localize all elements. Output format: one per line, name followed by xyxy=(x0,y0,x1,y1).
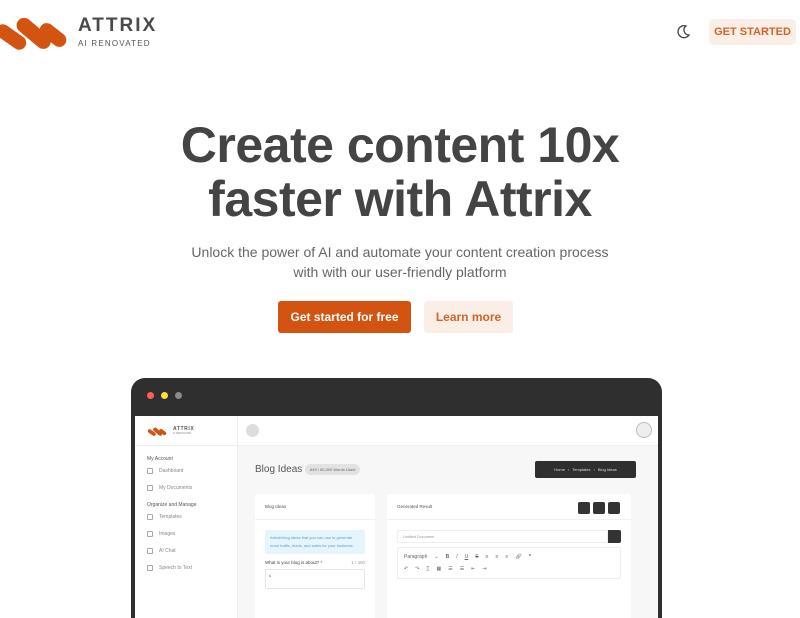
save-icon[interactable] xyxy=(608,530,621,543)
breadcrumb-current: Blog Ideas xyxy=(597,467,617,472)
align-center-icon[interactable]: ≡ xyxy=(495,551,498,563)
generated-result-card: Generated Result Untitled Document Parag… xyxy=(387,494,631,618)
hero-title-line1: Create content 10x xyxy=(180,117,620,173)
editor-toolbar: Paragraph ⌄ BIUS ≡ ≡ ≡ 🔗︎ ❞ ↶ ↷ T̲ ▦ ☰ ☰ ⇤ ⇥ xyxy=(397,547,621,579)
quote-icon[interactable]: ❞ xyxy=(529,551,532,563)
sidebar-item-label: Dashboard xyxy=(159,467,184,474)
outdent-icon[interactable]: ⇤ xyxy=(471,563,475,575)
app-preview-screen: ATTRIX AI RENOVATED My Account Dashboard… xyxy=(135,416,658,618)
table-icon[interactable]: ▦ xyxy=(436,563,441,575)
numbered-list-icon[interactable]: ☰ xyxy=(460,563,464,575)
sidebar-item-dashboard[interactable]: Dashboard xyxy=(135,462,237,479)
minimize-dot-icon xyxy=(161,392,168,399)
sidebar-item-my-documents[interactable]: My Documents xyxy=(135,479,237,496)
brand-tagline: AI RENOVATED xyxy=(78,38,151,48)
hero-title: Create content 10x faster with Attrix xyxy=(0,118,800,226)
headphones-icon xyxy=(147,564,153,571)
sidebar-item-ai-chat[interactable]: AI Chat xyxy=(135,542,237,559)
underline-icon[interactable]: U xyxy=(465,551,469,563)
top-navbar: ATTRIX AI RENOVATED GET STARTED xyxy=(0,0,800,64)
bold-icon[interactable]: B xyxy=(446,551,450,563)
indent-icon[interactable]: ⇥ xyxy=(482,563,486,575)
layers-icon xyxy=(147,513,153,520)
align-left-icon[interactable]: ≡ xyxy=(486,551,489,563)
clear-format-icon[interactable]: T̲ xyxy=(426,563,429,575)
align-right-icon[interactable]: ≡ xyxy=(505,551,508,563)
breadcrumb-templates[interactable]: Templates xyxy=(572,467,590,472)
hero-title-line2: faster with Attrix xyxy=(208,171,592,227)
blog-topic-input[interactable]: s xyxy=(265,569,365,589)
sidebar-item-label: My Documents xyxy=(159,484,193,491)
avatar[interactable] xyxy=(636,422,652,438)
hero-subtitle: Unlock the power of AI and automate your… xyxy=(191,244,609,280)
sidebar-item-label: Speech to Text xyxy=(159,564,192,571)
sidebar-item-speech-to-text[interactable]: Speech to Text xyxy=(135,559,237,576)
question-label: What is your blog is about? * xyxy=(265,560,323,565)
attrix-logo-icon xyxy=(0,17,67,50)
sidebar-item-templates[interactable]: Templates xyxy=(135,508,237,525)
learn-more-button[interactable]: Learn more xyxy=(424,301,513,333)
sidebar-item-label: Templates xyxy=(159,513,182,520)
sidebar-item-label: Images xyxy=(159,530,176,537)
export-doc-icon[interactable] xyxy=(578,502,590,514)
template-description: Article/blog ideas that you can use to g… xyxy=(265,530,365,554)
link-icon[interactable]: 🔗︎ xyxy=(515,551,521,563)
maximize-dot-icon xyxy=(175,392,182,399)
get-started-nav-button[interactable]: GET STARTED xyxy=(709,19,796,45)
breadcrumb: Home › Templates › Blog Ideas xyxy=(535,461,636,478)
format-select[interactable]: Paragraph xyxy=(404,551,427,563)
undo-icon[interactable]: ↶ xyxy=(404,563,408,575)
document-name-input[interactable]: Untitled Document xyxy=(397,530,608,543)
preview-page-title: Blog Ideas xyxy=(255,464,303,475)
chat-icon xyxy=(147,547,153,554)
redo-icon[interactable]: ↷ xyxy=(415,563,419,575)
menu-toggle-icon[interactable] xyxy=(246,424,259,437)
dashboard-icon xyxy=(147,467,153,474)
bullet-list-icon[interactable]: ☰ xyxy=(448,563,452,575)
document-icon xyxy=(147,484,153,491)
app-preview-window: ATTRIX AI RENOVATED My Account Dashboard… xyxy=(131,378,662,618)
preview-brand-tagline: AI RENOVATED xyxy=(173,432,192,435)
window-controls xyxy=(147,392,182,399)
preview-logo: ATTRIX AI RENOVATED xyxy=(135,416,237,446)
moon-icon[interactable] xyxy=(674,23,692,41)
preview-topbar xyxy=(238,416,658,446)
card-title: Blog Ideas xyxy=(255,494,375,520)
export-pdf-icon[interactable] xyxy=(593,502,605,514)
sidebar-item-label: AI Chat xyxy=(159,547,176,554)
attrix-logo-icon xyxy=(147,427,167,436)
copy-icon[interactable] xyxy=(608,502,620,514)
sidebar-item-images[interactable]: Images xyxy=(135,525,237,542)
strikethrough-icon[interactable]: S xyxy=(475,551,478,563)
preview-sidebar: ATTRIX AI RENOVATED My Account Dashboard… xyxy=(135,416,238,618)
close-dot-icon xyxy=(147,392,154,399)
char-counter: 1 / 400 xyxy=(351,560,365,565)
brand-name: ATTRIX xyxy=(78,14,158,36)
breadcrumb-home[interactable]: Home xyxy=(554,467,565,472)
image-icon xyxy=(147,530,153,537)
get-started-free-button[interactable]: Get started for free xyxy=(278,301,411,333)
brand-logo[interactable]: ATTRIX AI RENOVATED xyxy=(0,8,157,54)
words-used-badge: 649 / 50,000 Words Used xyxy=(305,464,361,475)
blog-ideas-card: Blog Ideas Article/blog ideas that you c… xyxy=(255,494,375,618)
italic-icon[interactable]: I xyxy=(456,551,457,563)
